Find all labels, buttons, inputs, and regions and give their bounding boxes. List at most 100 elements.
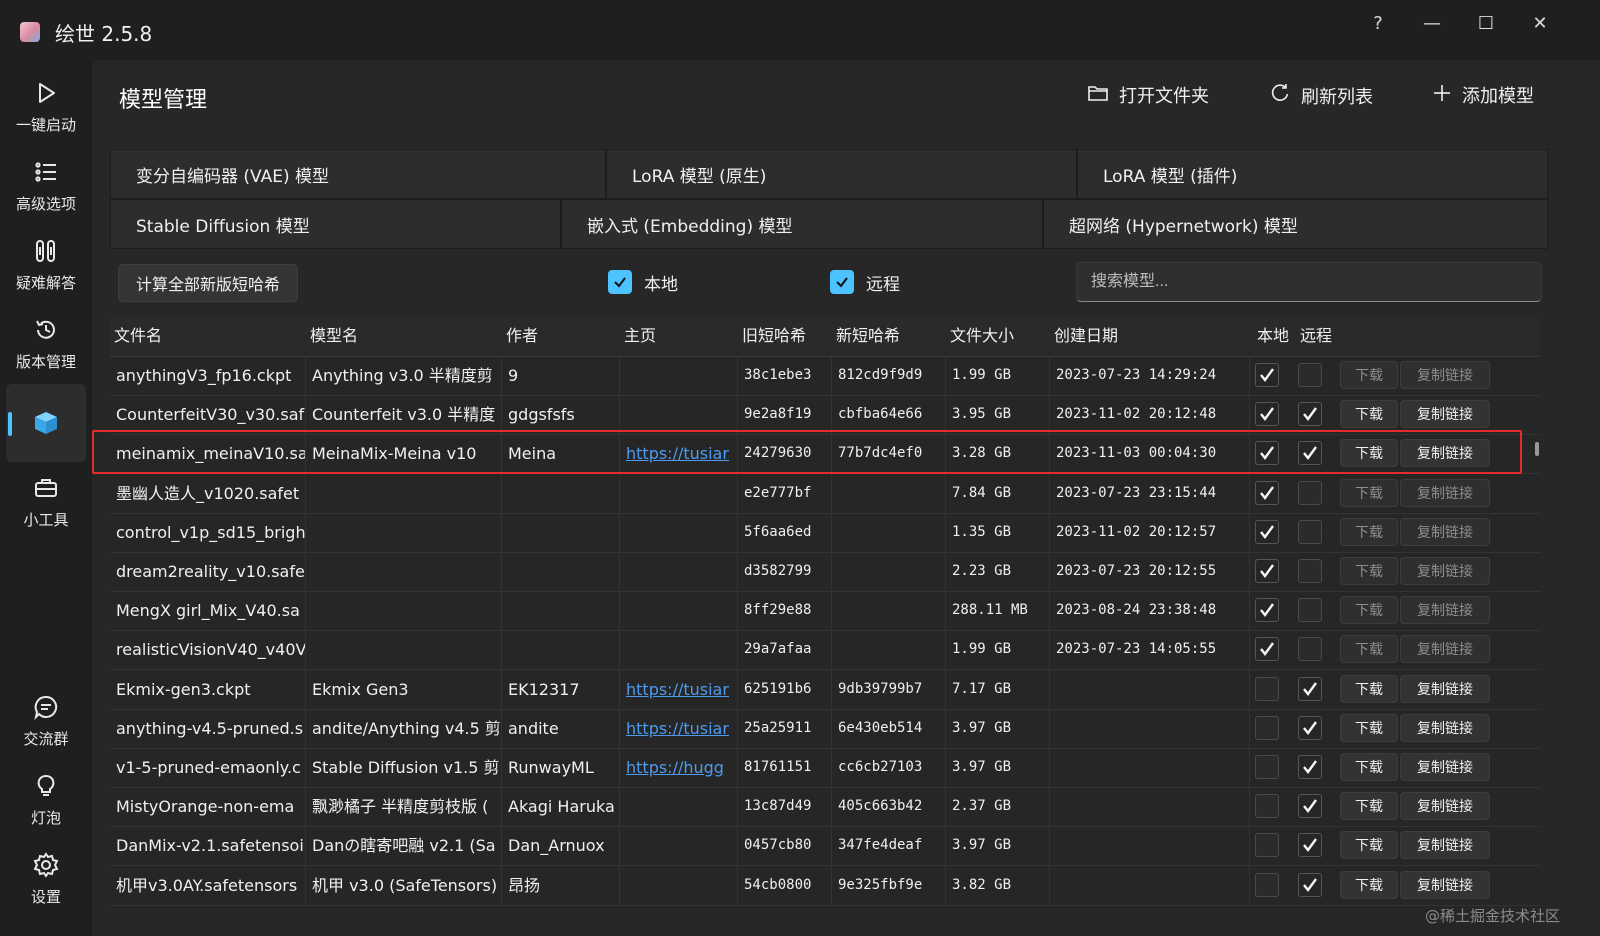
local-checkbox[interactable] (1255, 715, 1279, 740)
remote-checkbox[interactable] (1298, 637, 1322, 662)
download-button[interactable]: 下载 (1340, 870, 1398, 899)
nav-item-advanced[interactable]: 高级选项 (6, 147, 86, 225)
col-old-hash[interactable]: 旧短哈希 (738, 316, 832, 356)
close-button[interactable]: ✕ (1515, 8, 1565, 38)
remote-checkbox[interactable] (1298, 715, 1322, 740)
local-checkbox[interactable] (1255, 833, 1279, 858)
tab-lora-plugin[interactable]: LoRA 模型 (插件) (1077, 149, 1548, 199)
local-checkbox[interactable] (1255, 402, 1279, 427)
maximize-button[interactable]: ☐ (1461, 8, 1511, 38)
cell-home[interactable]: https://hugg (620, 748, 738, 787)
calc-all-hash-button[interactable]: 计算全部新版短哈希 (118, 264, 298, 302)
remote-checkbox[interactable] (1298, 441, 1322, 466)
local-checkbox[interactable] (1255, 598, 1279, 623)
cell-home[interactable]: https://tusiar (620, 669, 738, 709)
copy-link-button[interactable]: 复制链接 (1400, 361, 1490, 389)
local-checkbox[interactable] (1255, 559, 1279, 583)
local-filter-checkbox[interactable] (608, 270, 632, 294)
download-button[interactable]: 下载 (1340, 517, 1398, 546)
tab-hypernetwork[interactable]: 超网络 (Hypernetwork) 模型 (1043, 199, 1548, 249)
copy-link-button[interactable]: 复制链接 (1400, 831, 1490, 860)
col-home[interactable]: 主页 (620, 316, 734, 356)
cell-new: 6e430eb514 (832, 708, 946, 748)
copy-link-button[interactable]: 复制链接 (1400, 517, 1490, 546)
copy-link-button[interactable]: 复制链接 (1400, 753, 1490, 781)
download-button[interactable]: 下载 (1340, 674, 1398, 703)
local-checkbox[interactable] (1255, 872, 1279, 897)
refresh-list-button[interactable]: 刷新列表 (1269, 82, 1373, 109)
col-local[interactable]: 本地 (1253, 316, 1297, 356)
download-button[interactable]: 下载 (1340, 713, 1398, 742)
nav-item-models[interactable] (6, 384, 86, 462)
cell-home (620, 591, 738, 631)
col-size[interactable]: 文件大小 (946, 316, 1050, 356)
nav-item-chat[interactable]: 交流群 (6, 682, 86, 760)
local-checkbox[interactable] (1255, 755, 1279, 779)
copy-link-button[interactable]: 复制链接 (1400, 478, 1490, 507)
remote-checkbox[interactable] (1298, 402, 1322, 427)
remote-checkbox[interactable] (1298, 755, 1322, 779)
local-checkbox[interactable] (1255, 441, 1279, 466)
col-file[interactable]: 文件名 (110, 316, 304, 356)
remote-checkbox[interactable] (1298, 833, 1322, 858)
scrollbar-thumb[interactable] (1535, 442, 1539, 456)
download-button[interactable]: 下载 (1340, 596, 1398, 625)
download-button[interactable]: 下载 (1340, 557, 1398, 585)
copy-link-button[interactable]: 复制链接 (1400, 870, 1490, 899)
download-button[interactable]: 下载 (1340, 400, 1398, 429)
help-button[interactable]: ? (1353, 8, 1403, 38)
local-checkbox[interactable] (1255, 363, 1279, 387)
remote-filter-checkbox[interactable] (830, 270, 854, 294)
copy-link-button[interactable]: 复制链接 (1400, 674, 1490, 703)
search-input[interactable] (1076, 262, 1542, 302)
nav-item-bulb[interactable]: 灯泡 (6, 761, 86, 839)
local-checkbox[interactable] (1255, 794, 1279, 819)
open-folder-button[interactable]: 打开文件夹 (1087, 82, 1209, 108)
remote-checkbox[interactable] (1298, 363, 1322, 387)
minimize-button[interactable]: — (1407, 8, 1457, 38)
nav-item-settings[interactable]: 设置 (6, 840, 86, 918)
copy-link-button[interactable]: 复制链接 (1400, 439, 1490, 468)
download-button[interactable]: 下载 (1340, 831, 1398, 860)
download-button[interactable]: 下载 (1340, 478, 1398, 507)
download-button[interactable]: 下载 (1340, 361, 1398, 389)
nav-item-tools[interactable]: 小工具 (6, 463, 86, 541)
download-button[interactable]: 下载 (1340, 635, 1398, 664)
copy-link-button[interactable]: 复制链接 (1400, 635, 1490, 664)
download-button[interactable]: 下载 (1340, 792, 1398, 821)
local-checkbox[interactable] (1255, 480, 1279, 505)
remote-checkbox[interactable] (1298, 676, 1322, 701)
tab-vae[interactable]: 变分自编码器 (VAE) 模型 (110, 149, 606, 199)
download-button[interactable]: 下载 (1340, 753, 1398, 781)
tab-lora-native[interactable]: LoRA 模型 (原生) (606, 149, 1077, 199)
remote-checkbox[interactable] (1298, 519, 1322, 544)
copy-link-button[interactable]: 复制链接 (1400, 713, 1490, 742)
nav-item-version[interactable]: 版本管理 (6, 305, 86, 383)
col-model[interactable]: 模型名 (306, 316, 500, 356)
nav-item-troubleshoot[interactable]: 疑难解答 (6, 226, 86, 304)
local-checkbox[interactable] (1255, 637, 1279, 662)
tab-stable-diffusion[interactable]: Stable Diffusion 模型 (110, 199, 561, 249)
download-button[interactable]: 下载 (1340, 439, 1398, 468)
add-model-button[interactable]: 添加模型 (1432, 82, 1534, 108)
table-row: control_v1p_sd15_brigh 5f6aa6ed 1.35 GB 202… (110, 512, 1540, 553)
tab-embedding[interactable]: 嵌入式 (Embedding) 模型 (561, 199, 1043, 249)
col-author[interactable]: 作者 (502, 316, 616, 356)
cell-home[interactable]: https://tusiar (620, 708, 738, 748)
remote-checkbox[interactable] (1298, 480, 1322, 505)
col-new-hash[interactable]: 新短哈希 (832, 316, 946, 356)
remote-checkbox[interactable] (1298, 794, 1322, 819)
col-date[interactable]: 创建日期 (1050, 316, 1254, 356)
remote-checkbox[interactable] (1298, 598, 1322, 623)
col-remote[interactable]: 远程 (1296, 316, 1340, 356)
copy-link-button[interactable]: 复制链接 (1400, 792, 1490, 821)
copy-link-button[interactable]: 复制链接 (1400, 596, 1490, 625)
copy-link-button[interactable]: 复制链接 (1400, 557, 1490, 585)
nav-item-launch[interactable]: 一键启动 (6, 68, 86, 146)
copy-link-button[interactable]: 复制链接 (1400, 400, 1490, 429)
remote-checkbox[interactable] (1298, 872, 1322, 897)
remote-checkbox[interactable] (1298, 559, 1322, 583)
local-checkbox[interactable] (1255, 519, 1279, 544)
local-checkbox[interactable] (1255, 676, 1279, 701)
cell-home[interactable]: https://tusiar (620, 434, 738, 474)
